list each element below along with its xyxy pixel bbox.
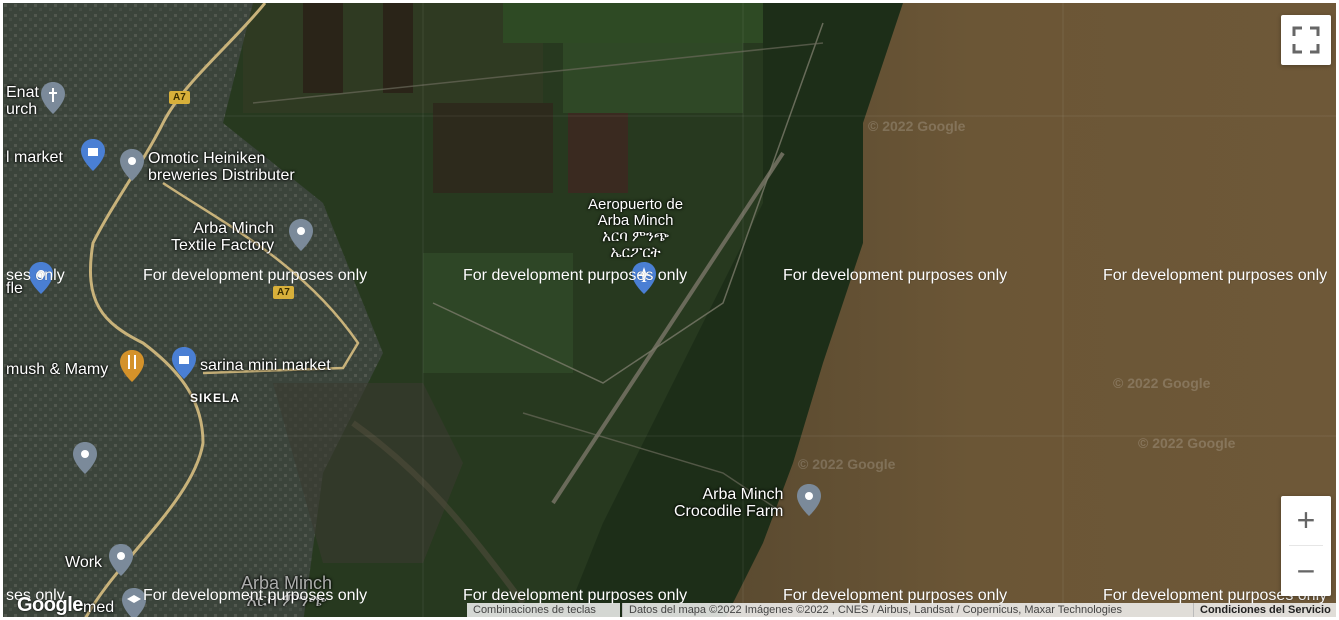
place-pin-icon[interactable] <box>289 219 313 251</box>
tile-watermark: © 2022 Google <box>798 456 896 472</box>
place-pin-icon[interactable] <box>120 149 144 181</box>
shopping-pin-icon[interactable] <box>81 139 105 171</box>
road-shield-a7: A7 <box>273 286 294 299</box>
place-label-med[interactable]: med <box>83 599 114 616</box>
tile-watermark: © 2022 Google <box>868 118 966 134</box>
dev-watermark: For development purposes only <box>463 267 688 284</box>
road-shield-a7: A7 <box>169 91 190 104</box>
place-label-mush[interactable]: mush & Mamy <box>6 361 108 378</box>
satellite-imagery <box>3 3 1336 617</box>
zoom-in-icon: + <box>1296 502 1316 538</box>
place-pin-icon[interactable] <box>797 484 821 516</box>
place-label-textile[interactable]: Arba Minch Textile Factory <box>171 220 274 254</box>
fullscreen-button[interactable] <box>1281 15 1331 65</box>
place-label-omotic[interactable]: Omotic Heiniken breweries Distributer <box>148 150 295 184</box>
fullscreen-icon <box>1292 26 1320 54</box>
place-label-crocodile[interactable]: Arba Minch Crocodile Farm <box>674 486 783 520</box>
place-label-sarina[interactable]: sarina mini market <box>200 357 331 374</box>
zoom-out-button[interactable]: − <box>1281 546 1331 596</box>
dev-watermark: For development purposes only <box>1103 267 1328 284</box>
shopping-pin-icon[interactable] <box>172 347 196 379</box>
church-pin-icon[interactable] <box>41 82 65 114</box>
place-label-enat-church[interactable]: Enat urch <box>6 84 39 118</box>
zoom-out-icon: − <box>1296 553 1316 589</box>
place-pin-icon[interactable] <box>73 442 97 474</box>
dev-watermark: For development purposes only <box>143 267 368 284</box>
terms-of-service-link[interactable]: Condiciones del Servicio <box>1193 603 1336 617</box>
place-label-airport[interactable]: Aeropuerto de Arba Minch አርባ ምንጭ ኤርፖርት <box>588 197 683 261</box>
place-label-sikela: SIKELA <box>190 391 241 405</box>
dev-watermark: For development purposes only <box>783 267 1008 284</box>
dev-watermark: For development purposes only <box>143 587 368 604</box>
restaurant-pin-icon[interactable] <box>120 350 144 382</box>
keyboard-shortcuts-link[interactable]: Combinaciones de teclas <box>467 603 620 617</box>
tile-watermark: © 2022 Google <box>1113 375 1211 391</box>
zoom-in-button[interactable]: + <box>1281 496 1331 545</box>
dev-watermark: ses only <box>6 267 65 284</box>
zoom-controls: + − <box>1281 496 1331 596</box>
place-pin-icon[interactable] <box>109 544 133 576</box>
map-canvas[interactable]: © 2022 Google © 2022 Google © 2022 Googl… <box>0 0 1339 620</box>
tile-watermark: © 2022 Google <box>1138 435 1236 451</box>
place-label-market[interactable]: l market <box>6 149 63 166</box>
place-label-work[interactable]: Work <box>65 554 102 571</box>
google-logo[interactable]: Google <box>17 594 83 617</box>
map-data-attribution: Datos del mapa ©2022 Imágenes ©2022 , CN… <box>622 603 1193 617</box>
